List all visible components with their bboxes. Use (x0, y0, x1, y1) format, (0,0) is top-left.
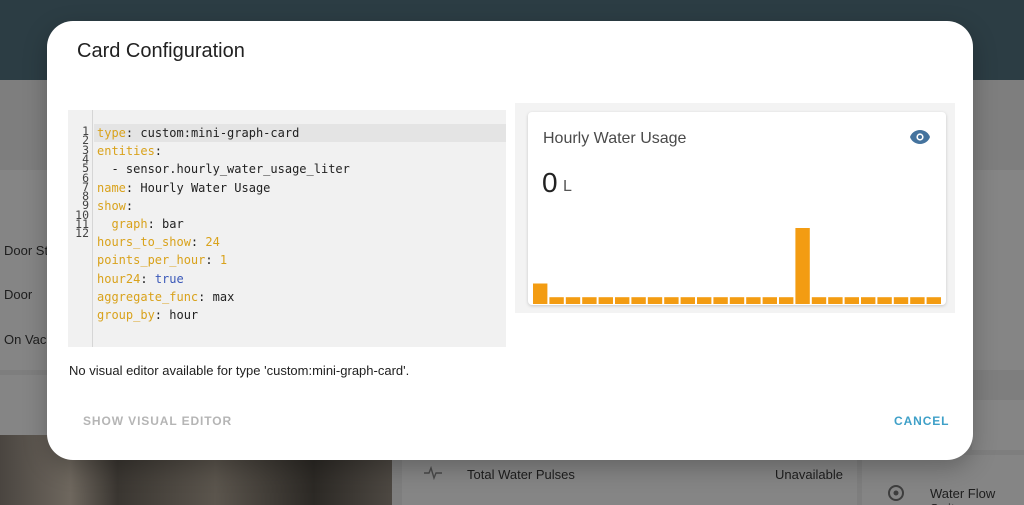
code-line: graph: bar (111, 217, 184, 232)
graph-bar (680, 297, 695, 304)
code-line: points_per_hour: 1 (97, 253, 228, 268)
code-line: name: Hourly Water Usage (97, 180, 271, 195)
mini-graph-card-preview[interactable]: Hourly Water Usage 0 L (528, 112, 946, 305)
graph-bar (844, 297, 859, 304)
card-name: Hourly Water Usage (543, 130, 687, 147)
graph-bar (697, 297, 712, 304)
card-configuration-dialog: Card Configuration 1 2 3 4 5 6 7 8 9 10 11 12 type:… (47, 21, 973, 460)
code-line: - sensor.hourly_water_usage_liter (97, 162, 350, 177)
state-value: 0 (542, 167, 558, 198)
graph-bar (533, 283, 548, 304)
entity-label-door-status: Door St (4, 243, 49, 258)
graph-bar (565, 297, 581, 304)
water-flow-icon (887, 484, 905, 505)
graph-bar (910, 297, 925, 304)
cancel-button[interactable]: CANCEL (894, 414, 949, 428)
graph-bar (795, 228, 810, 304)
yaml-code[interactable]: type: custom:mini-graph-card entities: - … (97, 124, 350, 324)
card-placeholder-right (972, 400, 1024, 450)
graph-bar (828, 297, 843, 304)
dialog-title: Card Configuration (77, 40, 245, 62)
show-visual-editor-button[interactable]: SHOW VISUAL EDITOR (83, 414, 232, 428)
bar-graph (533, 228, 941, 304)
graph-bar (926, 297, 941, 304)
graph-bar (582, 297, 597, 304)
graph-bar (647, 297, 663, 304)
code-line: hours_to_show: 24 (97, 235, 220, 250)
graph-bar (746, 297, 761, 304)
entity-state-unavailable: Unavailable (775, 467, 843, 482)
yaml-code-editor[interactable]: 1 2 3 4 5 6 7 8 9 10 11 12 type: custom:mini-graph-… (68, 110, 506, 347)
code-line: aggregate_func: max (97, 289, 235, 304)
graph-bar (893, 297, 909, 304)
no-visual-editor-message: No visual editor available for type 'cus… (69, 363, 410, 378)
graph-bar (861, 297, 876, 304)
code-line: entities: (97, 144, 163, 159)
graph-bar (549, 297, 564, 304)
code-line: hour24: true (97, 271, 184, 286)
graph-bar (762, 297, 777, 304)
graph-bar (713, 297, 728, 304)
entity-name-total-water-pulses: Total Water Pulses (467, 467, 575, 482)
entity-name-water-flow-switch: Water Flow Switc (930, 486, 996, 505)
code-line: show: (97, 198, 134, 213)
graph-bar (598, 297, 613, 304)
eye-icon[interactable] (909, 129, 931, 145)
code-line: group_by: hour (97, 308, 199, 323)
graph-bar (779, 297, 794, 304)
graph-bar (729, 297, 745, 304)
code-line: type: custom:mini-graph-card (97, 126, 300, 140)
line-number: 12 (75, 226, 89, 241)
graph-bar (631, 297, 646, 304)
graph-bar (664, 297, 679, 304)
state-unit: L (563, 178, 572, 195)
graph-bar (811, 297, 827, 304)
entity-label-door: Door (4, 287, 33, 302)
graph-bar (615, 297, 630, 304)
pulse-icon (424, 465, 442, 483)
graph-bar (877, 297, 892, 304)
